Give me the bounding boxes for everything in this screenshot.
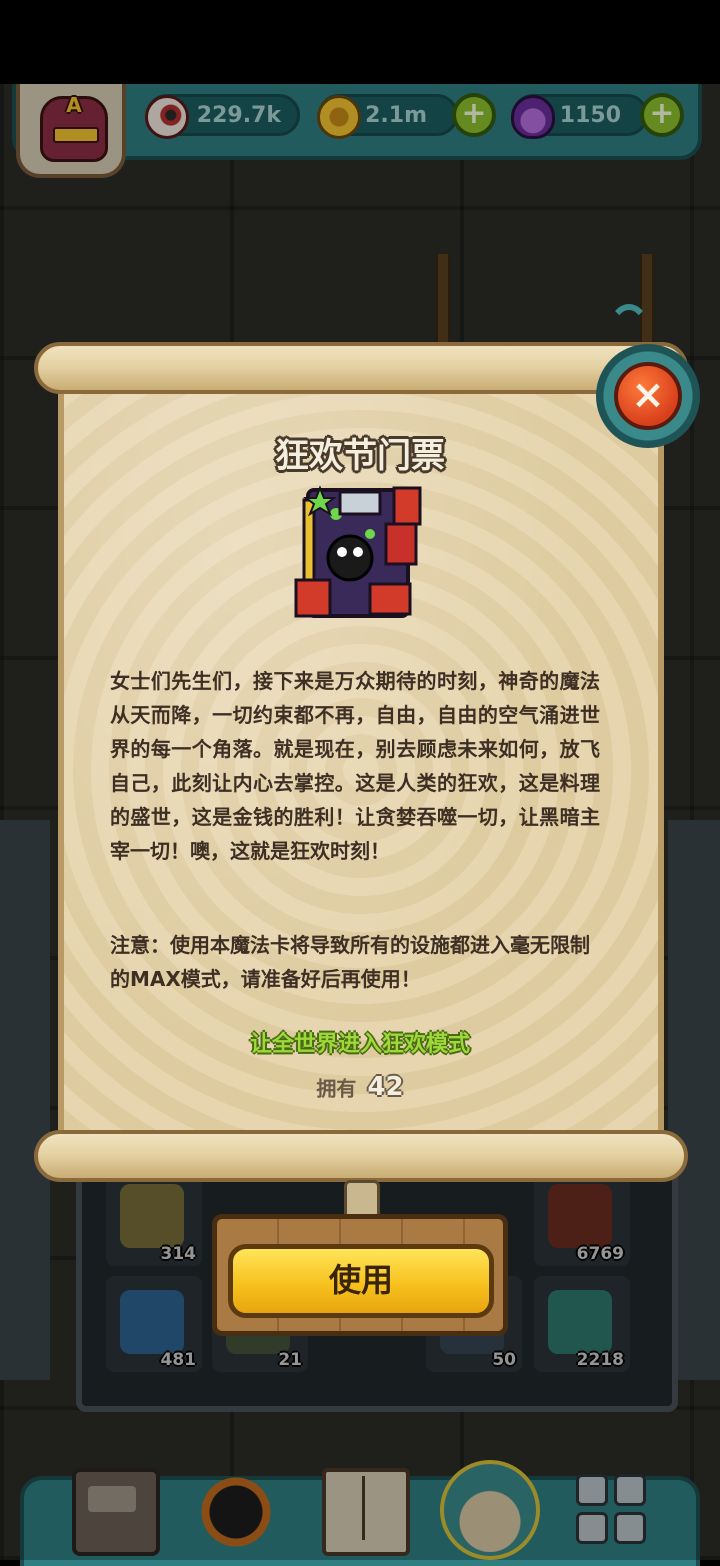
use-button[interactable]: 使用 bbox=[228, 1244, 494, 1318]
owned-label: 拥有 bbox=[316, 1076, 357, 1101]
close-button[interactable]: × bbox=[596, 344, 700, 448]
close-icon: × bbox=[614, 362, 682, 430]
owned-row: 拥有 42 bbox=[160, 1072, 560, 1102]
item-description: 女士们先生们，接下来是万众期待的时刻，神奇的魔法从天而降，一切约束都不再，自由，… bbox=[110, 669, 600, 863]
item-effect: 让全世界进入狂欢模式 bbox=[249, 1032, 470, 1057]
carnival-ticket-icon bbox=[294, 485, 422, 618]
scroll-top-roll bbox=[34, 342, 688, 394]
item-warning-note: 注意：使用本魔法卡将导致所有的设施都进入毫无限制的MAX模式，请准备好后再使用！ bbox=[110, 933, 590, 991]
scroll-bottom-roll bbox=[34, 1130, 688, 1182]
owned-count: 42 bbox=[367, 1072, 404, 1102]
dialog-title: 狂欢节门票 bbox=[275, 436, 445, 476]
